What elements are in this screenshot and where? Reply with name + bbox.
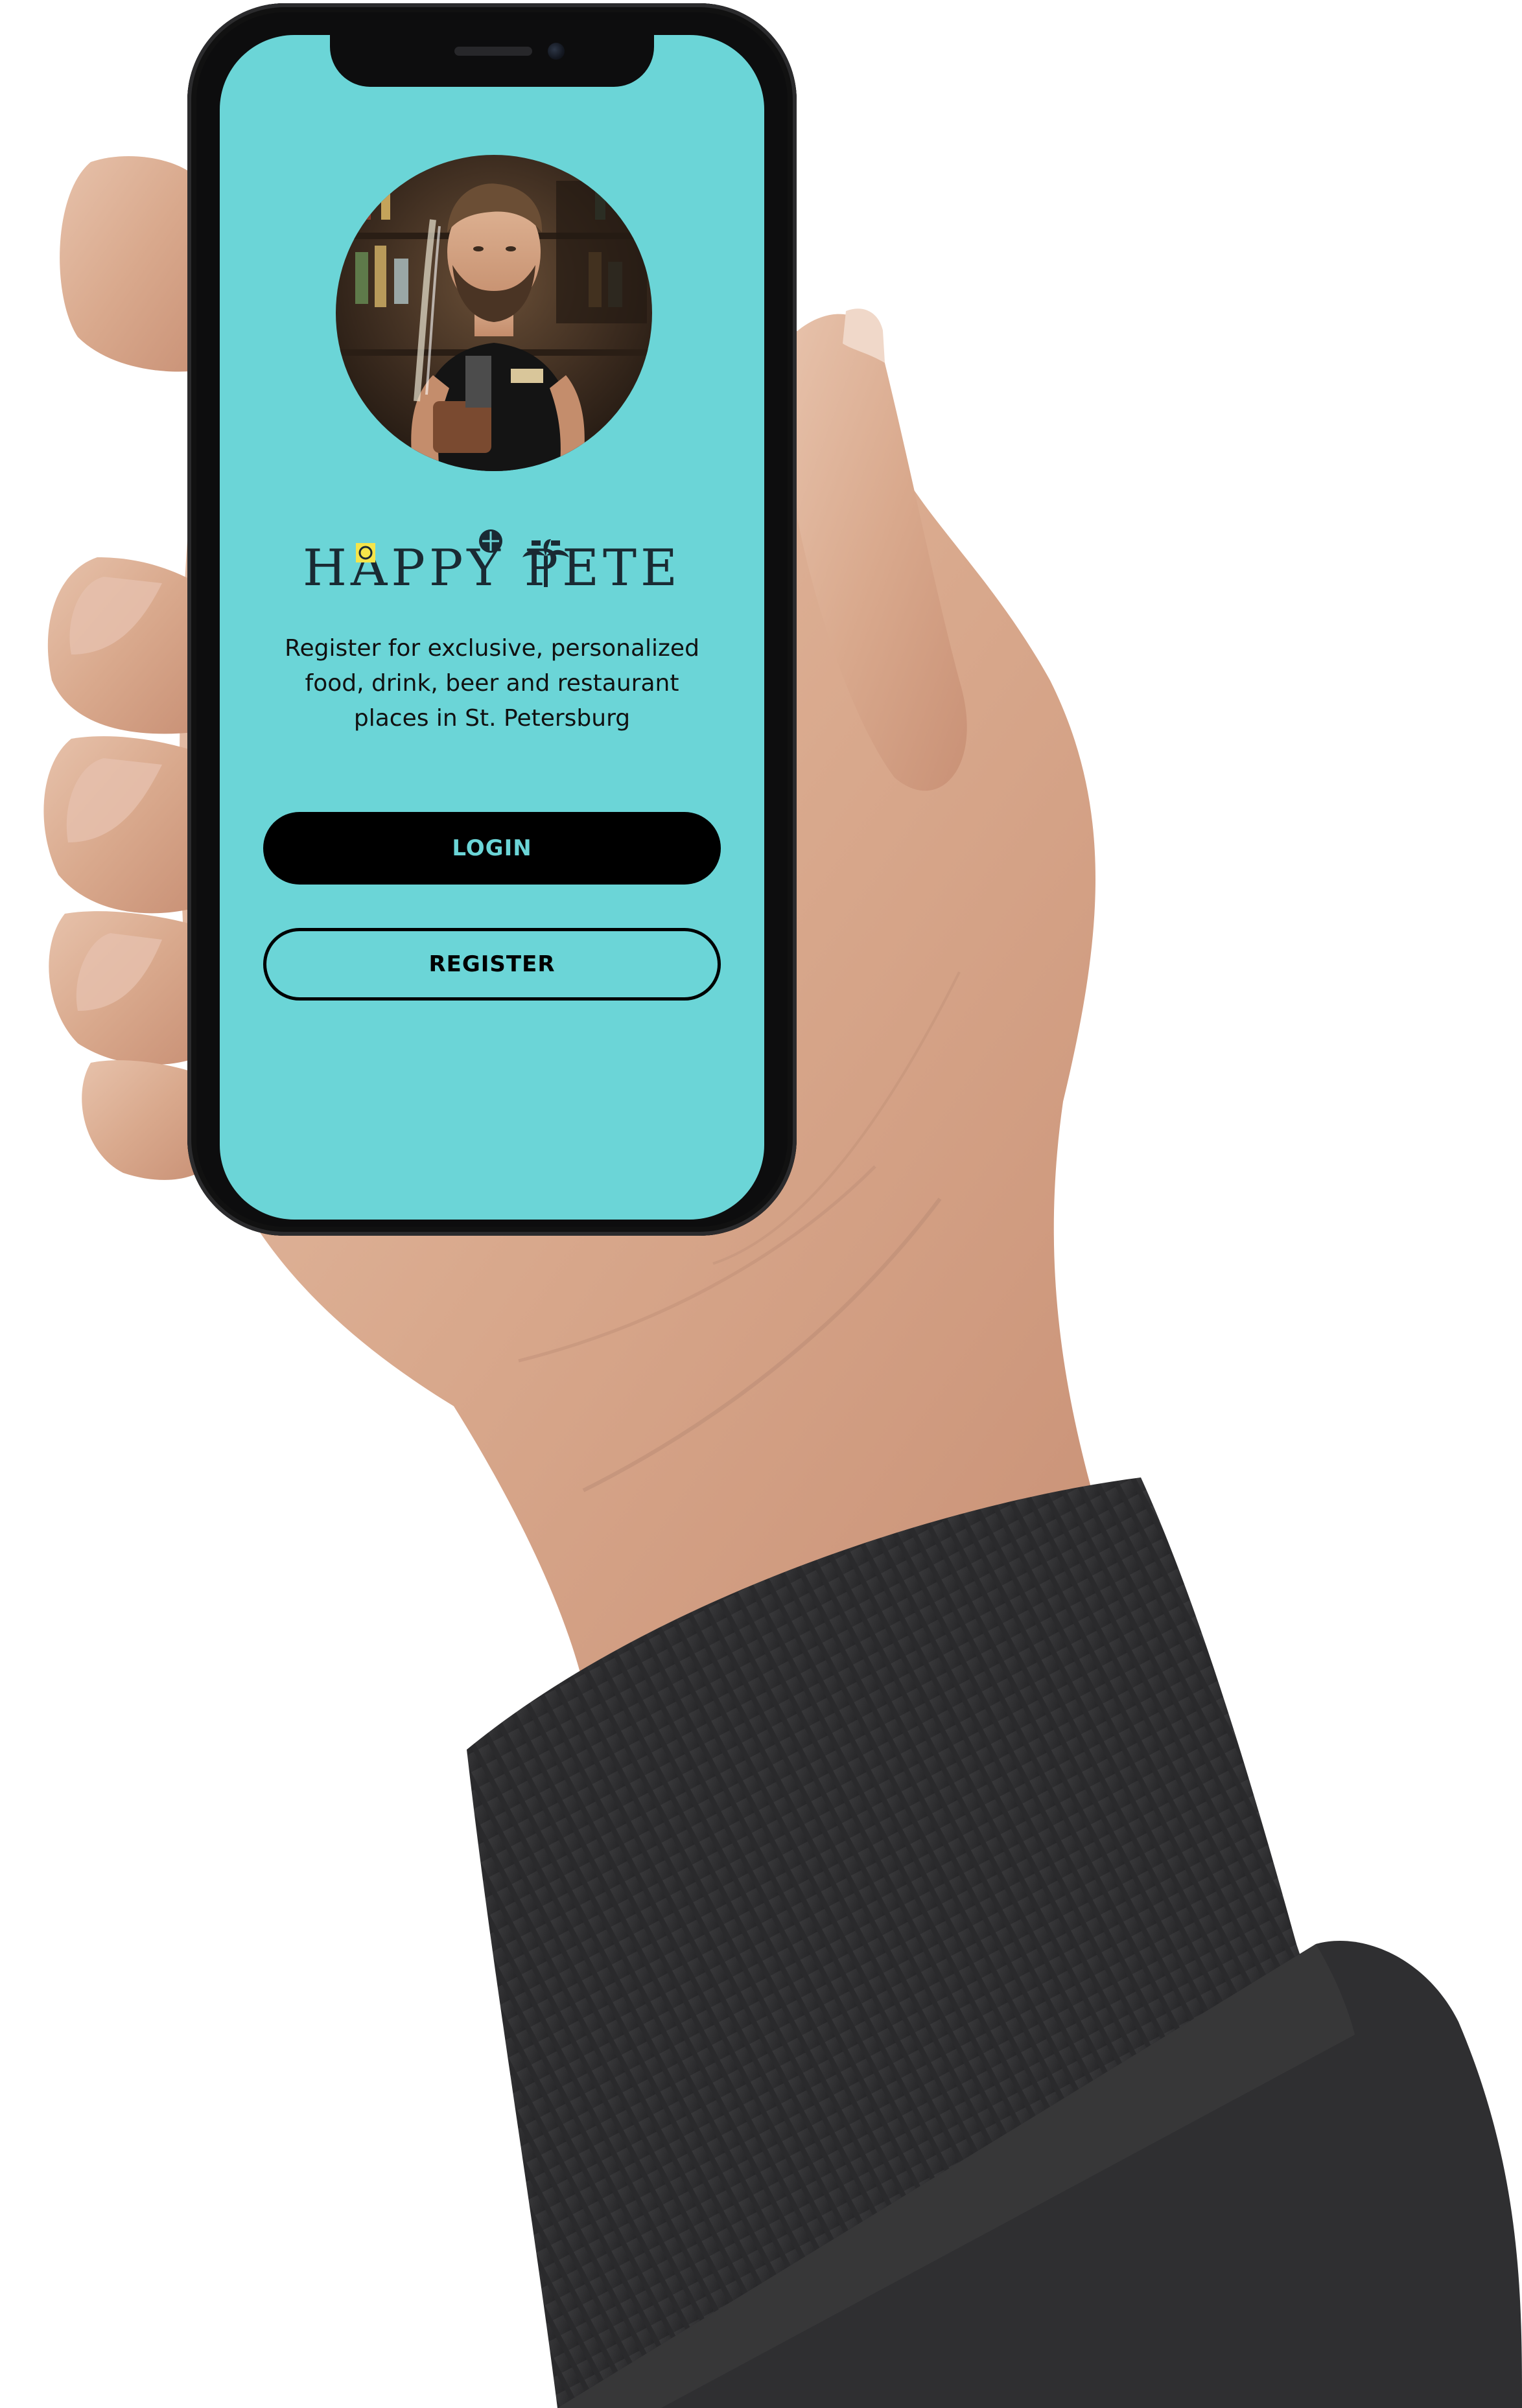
tagline-text: Register for exclusive, personalized foo…	[285, 635, 699, 732]
app-screen: HAPPY PETE Register for exclusive, perso…	[220, 35, 764, 1220]
lime-icon	[356, 543, 375, 562]
speaker-icon	[454, 47, 532, 56]
register-button[interactable]: REGISTER	[263, 928, 721, 1001]
phone-device: HAPPY PETE Register for exclusive, perso…	[187, 3, 797, 1236]
bartender-photo	[336, 155, 652, 471]
phone-notch	[330, 35, 654, 87]
login-button[interactable]: LOGIN	[263, 812, 721, 885]
app-logo: HAPPY PETE	[220, 529, 764, 604]
cocktail-icon	[479, 529, 502, 553]
camera-icon	[548, 43, 565, 60]
palm-tree-icon	[522, 539, 569, 587]
phone-mockup-scene: HAPPY PETE Register for exclusive, perso…	[0, 0, 1522, 2408]
